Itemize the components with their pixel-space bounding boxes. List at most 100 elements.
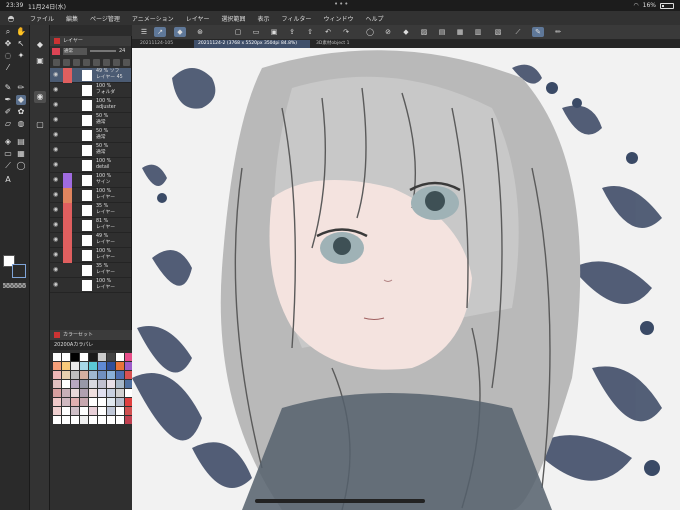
invert-icon[interactable]: ▧ [492, 27, 504, 37]
tab-document-1[interactable]: 20211124-105 [136, 40, 194, 48]
menu-file[interactable]: ファイル [30, 14, 54, 23]
lock-icon[interactable] [73, 58, 80, 66]
menu-selection[interactable]: 選択範囲 [222, 14, 246, 23]
palette-swatch[interactable] [62, 362, 70, 370]
menu-view[interactable]: 表示 [258, 14, 270, 23]
palette-swatch[interactable] [71, 407, 79, 415]
layer-row[interactable]: ◉ 100 % adjuster [50, 98, 131, 113]
lock-canvas-icon[interactable]: ▥ [472, 27, 484, 37]
palette-swatch[interactable] [71, 371, 79, 379]
palette-swatch[interactable] [116, 371, 124, 379]
palette-swatch[interactable] [53, 371, 61, 379]
subtool-copy-icon[interactable]: ▢ [34, 119, 46, 131]
palette-swatch[interactable] [62, 389, 70, 397]
visibility-eye-icon[interactable]: ◉ [53, 252, 59, 258]
palette-swatch[interactable] [62, 416, 70, 424]
layer-row[interactable]: ◉ 49 % ソフ レイヤー 45 [50, 68, 131, 83]
palette-swatch[interactable] [80, 371, 88, 379]
palette-swatch[interactable] [71, 362, 79, 370]
share-icon[interactable]: ⇧ [304, 27, 316, 37]
palette-swatch[interactable] [98, 362, 106, 370]
layer-row[interactable]: ◉ 81 % レイヤー [50, 218, 131, 233]
eraser-tool-icon[interactable]: ✏ [552, 27, 564, 37]
sub-color-swatch[interactable] [12, 264, 26, 278]
palette-swatch[interactable] [98, 353, 106, 361]
palette-swatch[interactable] [116, 416, 124, 424]
palette-swatch[interactable] [116, 398, 124, 406]
home-indicator[interactable] [255, 499, 425, 503]
palette-swatch[interactable] [98, 371, 106, 379]
palette-swatch[interactable] [80, 398, 88, 406]
palette-swatch[interactable] [80, 389, 88, 397]
palette-swatch[interactable] [89, 416, 97, 424]
palette-swatch[interactable] [107, 371, 115, 379]
palette-swatch[interactable] [98, 389, 106, 397]
move-icon[interactable]: ✥ [3, 39, 13, 49]
lasso-icon[interactable]: ◌ [3, 51, 13, 61]
opacity-slider[interactable] [90, 50, 116, 52]
palette-swatch[interactable] [107, 389, 115, 397]
palette-swatch[interactable] [116, 362, 124, 370]
magic-wand-icon[interactable]: ✦ [16, 51, 26, 61]
palette-swatch[interactable] [89, 353, 97, 361]
fill-icon[interactable]: ◈ [3, 137, 13, 147]
palette-swatch[interactable] [116, 389, 124, 397]
palette-swatch[interactable] [107, 416, 115, 424]
layer-row[interactable]: ◉ 35 % レイヤー [50, 203, 131, 218]
eraser-icon[interactable]: ▱ [3, 119, 13, 129]
palette-swatch[interactable] [98, 398, 106, 406]
palette-swatch[interactable] [89, 371, 97, 379]
export-icon[interactable]: ⇪ [286, 27, 298, 37]
palette-swatch[interactable] [62, 371, 70, 379]
drawing-canvas[interactable] [132, 48, 680, 510]
brush-icon[interactable]: ✒ [3, 95, 13, 105]
palette-swatch[interactable] [62, 353, 70, 361]
palette-swatch[interactable] [107, 398, 115, 406]
blend-icon[interactable]: ◆ [16, 95, 26, 105]
palette-swatch[interactable] [98, 407, 106, 415]
palette-swatch[interactable] [71, 416, 79, 424]
visibility-eye-icon[interactable]: ◉ [53, 117, 59, 123]
palette-swatch[interactable] [53, 407, 61, 415]
palette-swatch[interactable] [62, 380, 70, 388]
visibility-eye-icon[interactable]: ◉ [53, 192, 59, 198]
eyedropper-icon[interactable]: ⁄ [3, 63, 13, 73]
layer-row[interactable]: ◉ 50 % 通常 [50, 128, 131, 143]
brush-size-icon[interactable]: ↗ [154, 27, 166, 37]
menu-window[interactable]: ウィンドウ [323, 14, 353, 23]
palette-swatch[interactable] [80, 362, 88, 370]
airbrush-icon[interactable]: ✐ [3, 107, 13, 117]
pencil-icon[interactable]: ✏ [16, 83, 26, 93]
palette-swatch[interactable] [80, 407, 88, 415]
palette-swatch[interactable] [53, 389, 61, 397]
palette-swatch[interactable] [107, 353, 115, 361]
layer-row[interactable]: ◉ 100 % detail [50, 158, 131, 173]
layer-row[interactable]: ◉ 100 % レイヤー [50, 188, 131, 203]
close-icon[interactable] [54, 37, 60, 44]
layer-row[interactable]: ◉ 100 % レイヤー [50, 248, 131, 263]
app-logo-icon[interactable]: ◓ [4, 11, 18, 25]
new-layer-icon[interactable] [113, 58, 120, 66]
visibility-eye-icon[interactable]: ◉ [53, 132, 59, 138]
mask-icon[interactable] [93, 58, 100, 66]
palette-swatch[interactable] [62, 398, 70, 406]
decoration-icon[interactable]: ✿ [16, 107, 26, 117]
ruler-icon[interactable]: ⟋ [3, 161, 13, 171]
visibility-eye-icon[interactable]: ◉ [53, 102, 59, 108]
save-icon[interactable]: ▣ [268, 27, 280, 37]
transform-icon[interactable]: ▨ [418, 27, 430, 37]
palette-swatch[interactable] [107, 407, 115, 415]
palette-swatch[interactable] [71, 398, 79, 406]
zoom-icon[interactable]: ⌕ [3, 27, 13, 37]
menu-edit[interactable]: 編集 [66, 14, 78, 23]
palette-swatch[interactable] [89, 362, 97, 370]
visibility-eye-icon[interactable]: ◉ [53, 147, 59, 153]
palette-swatch[interactable] [71, 353, 79, 361]
ruler-snap-icon[interactable]: ⟋ [512, 27, 524, 37]
balloon-icon[interactable]: ◯ [16, 161, 26, 171]
visibility-eye-icon[interactable]: ◉ [53, 267, 59, 273]
palette-swatch[interactable] [53, 416, 61, 424]
menu-help[interactable]: ヘルプ [365, 14, 383, 23]
figure-icon[interactable]: ▭ [3, 149, 13, 159]
palette-swatch[interactable] [53, 362, 61, 370]
